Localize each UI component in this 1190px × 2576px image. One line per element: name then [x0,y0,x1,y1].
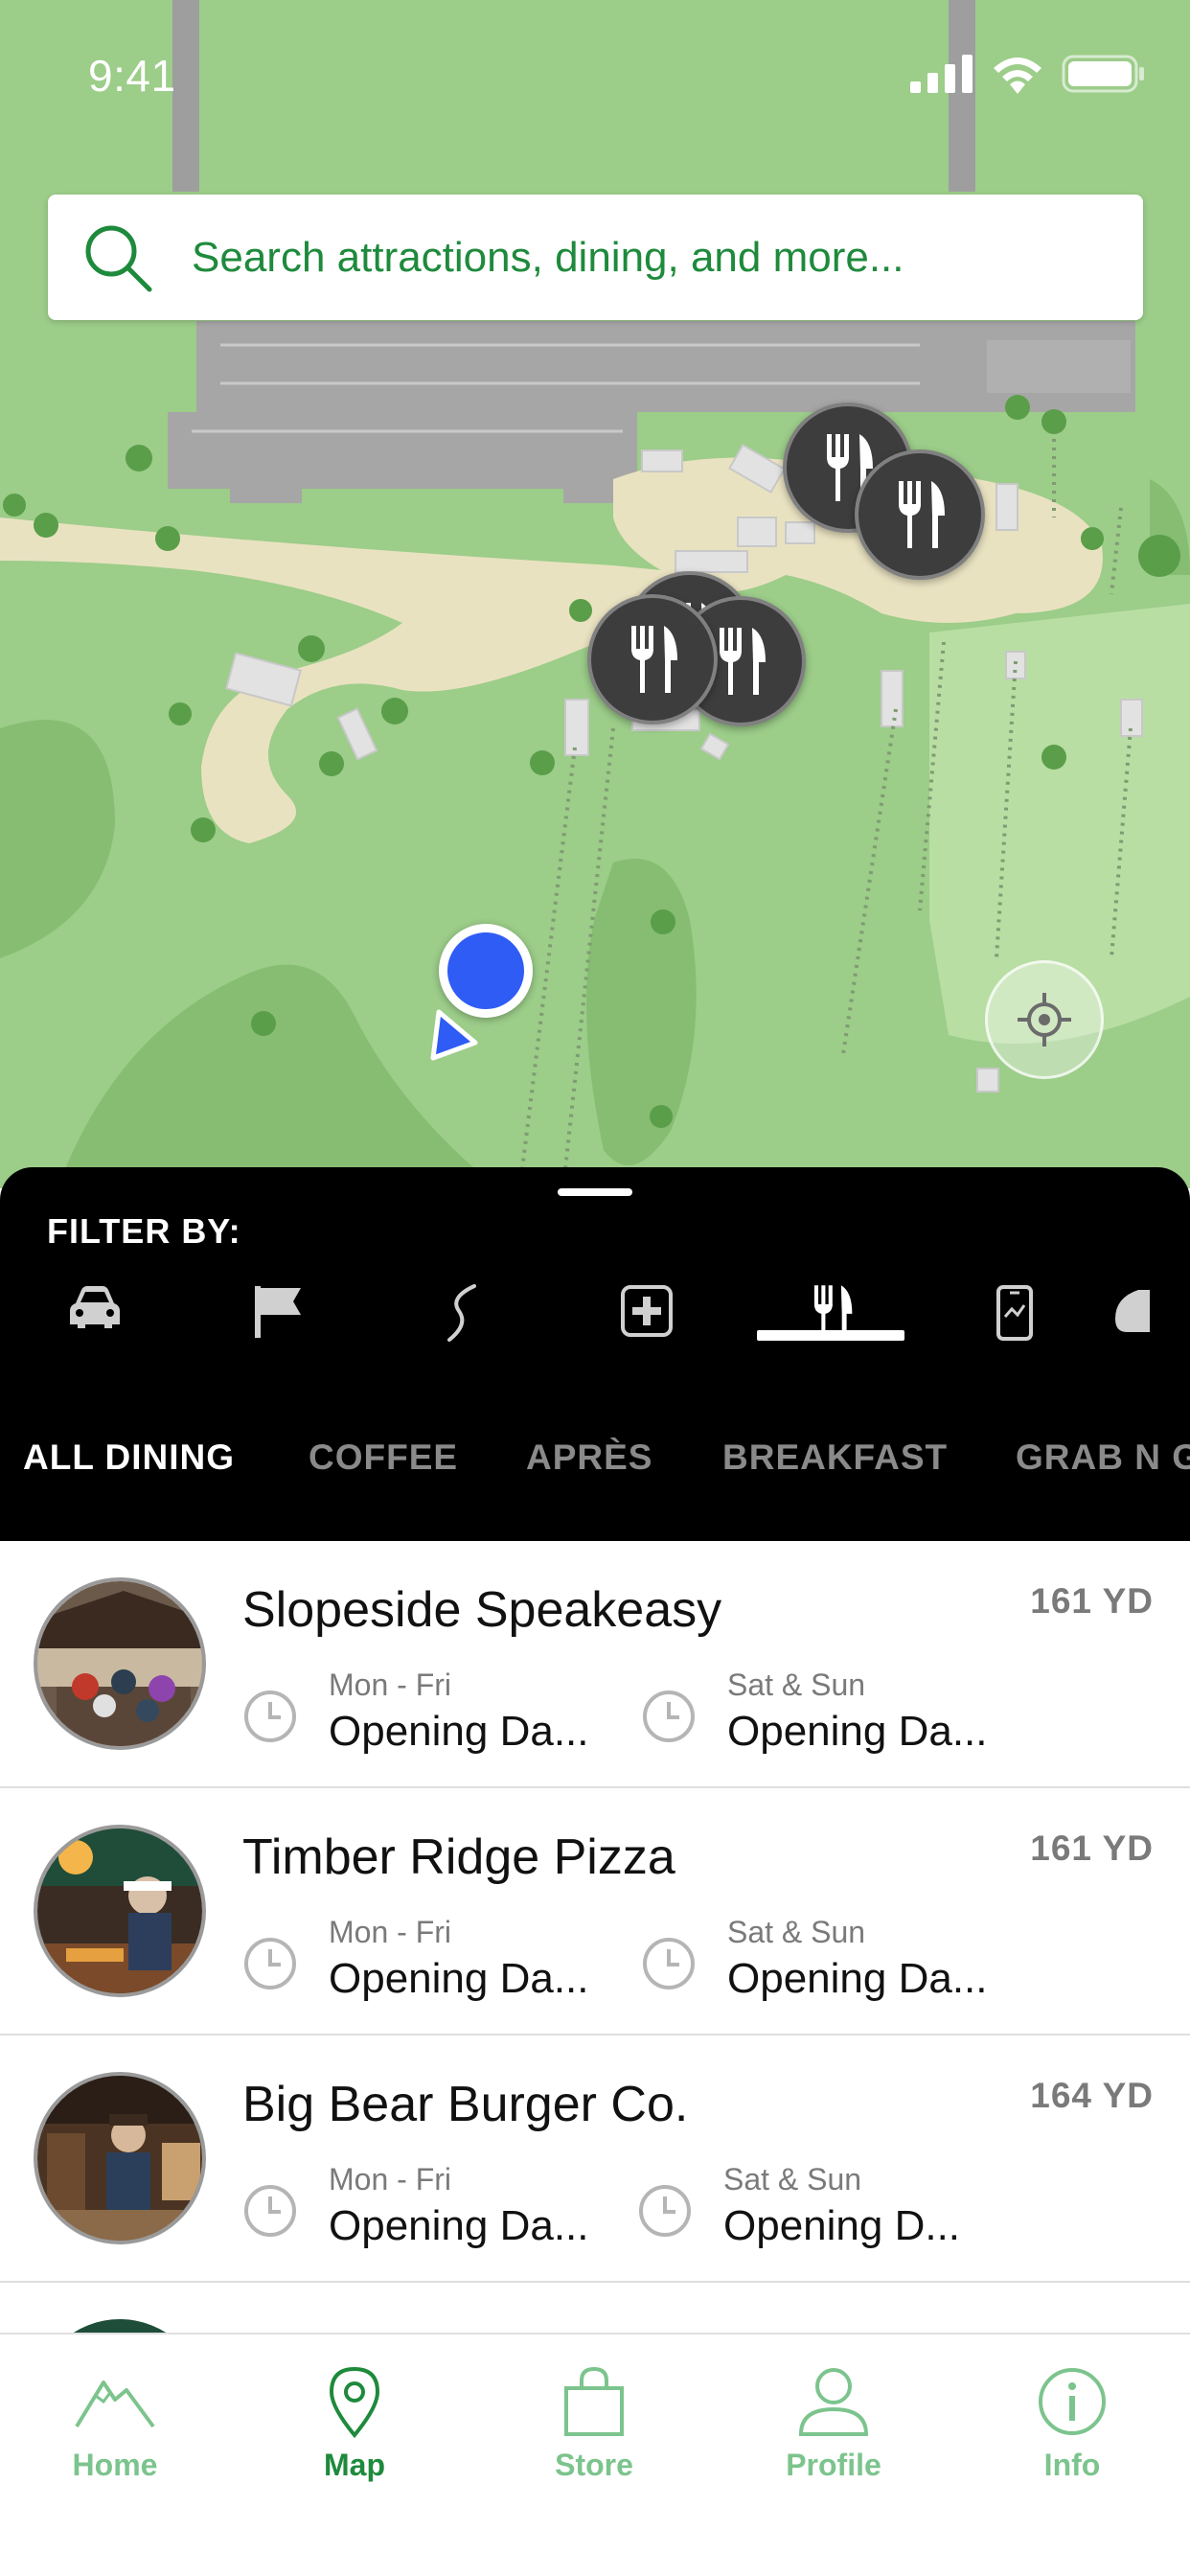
tab-map[interactable]: Map [259,2361,450,2496]
battery-icon [1062,55,1144,93]
filter-more-button[interactable] [1111,1273,1190,1378]
clock-icon [244,1938,296,1990]
subtab-all-dining[interactable]: ALL DINING [23,1438,235,1478]
hours-label: Mon - Fri [329,2162,451,2196]
fork-knife-icon [899,481,945,548]
tab-label: Profile [786,2448,881,2482]
status-time: 9:41 [88,51,176,101]
filter-parking-button[interactable] [20,1273,170,1378]
search-icon [85,225,152,291]
hours-label: Mon - Fri [329,1668,451,1702]
clock-icon [244,2185,296,2237]
dining-list[interactable]: Slopeside Speakeasy 161 YD Mon - Fri Ope… [0,1541,1190,2333]
search-bar[interactable]: Search attractions, dining, and more... [48,195,1143,320]
status-icons [910,54,1146,94]
list-item[interactable]: Slopeside Speakeasy 161 YD Mon - Fri Ope… [0,1541,1190,1788]
filter-category-bar [0,1273,1190,1378]
recenter-location-button[interactable] [985,960,1104,1079]
restaurant-photo [34,1825,206,1997]
crosshair-icon [1018,993,1071,1046]
filter-sheet: FILTER BY: ALL DINING COFFEE APRÈS BREAK… [0,1167,1190,1541]
map-pin-icon [329,2366,380,2438]
filter-attractions-button[interactable] [203,1273,353,1378]
first-aid-icon [621,1285,673,1337]
restaurant-distance: 164 YD [1030,2076,1154,2115]
hours-label: Sat & Sun [727,1668,866,1702]
subtab-coffee[interactable]: COFFEE [309,1438,458,1478]
clock-icon [643,1690,695,1742]
wifi-icon [994,58,1041,94]
hours-value: Opening Da... [329,2202,589,2249]
hours-value: Opening Da... [727,1708,988,1755]
phone-icon [996,1285,1033,1341]
heading-arrow-icon [430,1009,478,1061]
hours-label: Mon - Fri [329,1915,451,1949]
dining-pin[interactable] [587,594,718,724]
tab-label: Map [324,2448,385,2482]
restaurant-photo [34,2072,206,2244]
hours-value: Opening D... [723,2202,961,2249]
fork-knife-icon [631,626,677,693]
car-icon [70,1286,120,1328]
clock-icon [643,1938,695,1990]
hours-label: Sat & Sun [723,2162,862,2196]
drag-handle[interactable] [558,1188,632,1196]
hours-value: Opening Da... [329,1955,589,2002]
clock-icon [244,1690,296,1742]
restaurant-name: Slopeside Speakeasy [242,1582,722,1638]
restaurant-name: Timber Ridge Pizza [242,1829,675,1885]
tab-label: Info [1043,2448,1101,2482]
list-item[interactable]: Big Bear Burger Co. 164 YD Mon - Fri Ope… [0,2036,1190,2283]
list-item[interactable] [0,2283,1190,2333]
hours-value: Opening Da... [329,1708,589,1755]
restaurant-distance: 161 YD [1030,1828,1154,1868]
subtab-breakfast[interactable]: BREAKFAST [722,1438,948,1478]
map-view[interactable]: 9:41 Search attractions, dining, and mor… [0,0,1190,1188]
filter-first-aid-button[interactable] [572,1273,721,1378]
tab-home[interactable]: Home [19,2361,211,2496]
filter-trails-button[interactable] [388,1273,538,1378]
trail-icon [447,1284,476,1342]
hours-label: Sat & Sun [727,1915,866,1949]
dining-pin[interactable] [855,449,985,580]
selected-filter-indicator [757,1330,904,1341]
restaurant-distance: 161 YD [1030,1581,1154,1621]
restaurant-photo [34,1577,206,1750]
tab-store[interactable]: Store [498,2361,690,2496]
info-icon [1039,2368,1106,2435]
subtab-grab-n-go[interactable]: GRAB N G [1016,1438,1190,1478]
fork-knife-icon [720,628,766,695]
tab-label: Home [72,2448,158,2482]
person-icon [798,2368,869,2436]
restaurant-photo [34,2319,206,2333]
dining-subcategory-tabs: ALL DINING COFFEE APRÈS BREAKFAST GRAB N… [0,1438,1190,1505]
search-input[interactable]: Search attractions, dining, and more... [192,234,904,282]
cellular-signal-icon [910,55,973,93]
tab-label: Store [555,2448,633,2482]
subtab-apres[interactable]: APRÈS [526,1438,652,1478]
status-bar: 9:41 [0,0,1190,144]
tab-profile[interactable]: Profile [738,2361,929,2496]
shopping-bag-icon [564,2366,624,2436]
flag-icon [255,1286,301,1338]
filter-title: FILTER BY: [47,1211,241,1251]
more-icon [1115,1290,1150,1332]
filter-app-button[interactable] [940,1273,1089,1378]
tab-info[interactable]: Info [976,2361,1168,2496]
hours-value: Opening Da... [727,1955,988,2002]
mountain-icon [75,2380,155,2428]
restaurant-name: Big Bear Burger Co. [242,2077,689,2132]
bottom-tab-bar: Home Map Store Profile Info [0,2333,1190,2576]
clock-icon [639,2185,691,2237]
filter-dining-button[interactable] [757,1273,906,1378]
list-item[interactable]: Timber Ridge Pizza 161 YD Mon - Fri Open… [0,1788,1190,2036]
user-location-dot [439,924,533,1018]
